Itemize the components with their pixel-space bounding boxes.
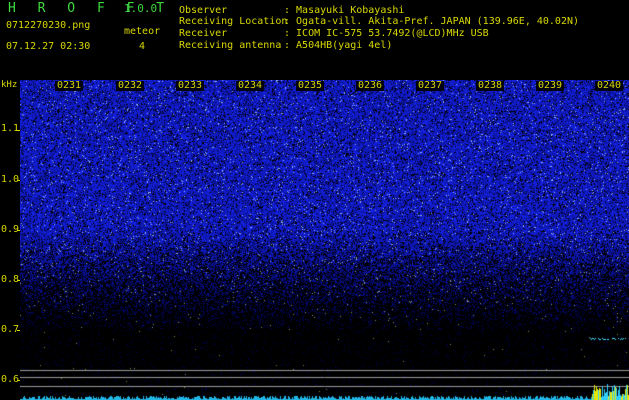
y-tick-mark bbox=[17, 130, 20, 131]
x-tick-label: 0232 bbox=[116, 80, 145, 91]
x-tick-label: 0240 bbox=[595, 80, 624, 91]
location-label: Receiving Location bbox=[179, 16, 288, 27]
header-panel: H R O F F T 1.0.0 0712270230.png meteor … bbox=[0, 0, 629, 80]
y-tick-mark bbox=[17, 180, 20, 181]
x-tick-label: 0236 bbox=[356, 80, 385, 91]
image-filename: 0712270230.png bbox=[6, 20, 91, 31]
receiver-label: Receiver bbox=[179, 28, 228, 39]
x-tick-label: 0235 bbox=[296, 80, 325, 91]
y-tick-label: 1.1 bbox=[1, 123, 20, 134]
x-tick-label: 0231 bbox=[55, 80, 84, 91]
x-tick-label: 0234 bbox=[236, 80, 265, 91]
observer-label: Observer bbox=[179, 5, 228, 16]
y-tick-mark bbox=[17, 330, 20, 331]
x-tick-label: 0237 bbox=[416, 80, 445, 91]
y-axis-unit: kHz bbox=[1, 80, 18, 90]
location-value: : Ogata-vill. Akita-Pref. JAPAN (139.96E… bbox=[284, 16, 580, 27]
spectrogram-panel: kHz 1.1 1.0 0.9 0.8 0.7 0.6 0231 0232 02… bbox=[0, 80, 629, 400]
meteor-label: meteor bbox=[124, 26, 161, 37]
receiver-value: : ICOM IC-575 53.7492(@LCD)MHz USB bbox=[284, 28, 489, 39]
observer-value: : Masayuki Kobayashi bbox=[284, 5, 405, 16]
spectrogram-plot bbox=[20, 80, 629, 400]
x-tick-label: 0233 bbox=[176, 80, 205, 91]
x-tick-label: 0238 bbox=[476, 80, 505, 91]
meteor-count: 4 bbox=[139, 41, 146, 52]
y-tick-mark bbox=[17, 380, 20, 381]
antenna-label: Receiving antenna bbox=[179, 40, 282, 51]
antenna-value: : A504HB(yagi 4el) bbox=[284, 40, 393, 51]
app-version: 1.0.0 bbox=[124, 2, 158, 15]
x-tick-label: 0239 bbox=[536, 80, 565, 91]
y-tick-mark bbox=[17, 230, 20, 231]
observation-timestamp: 07.12.27 02:30 bbox=[6, 41, 91, 52]
y-tick-mark bbox=[17, 280, 20, 281]
